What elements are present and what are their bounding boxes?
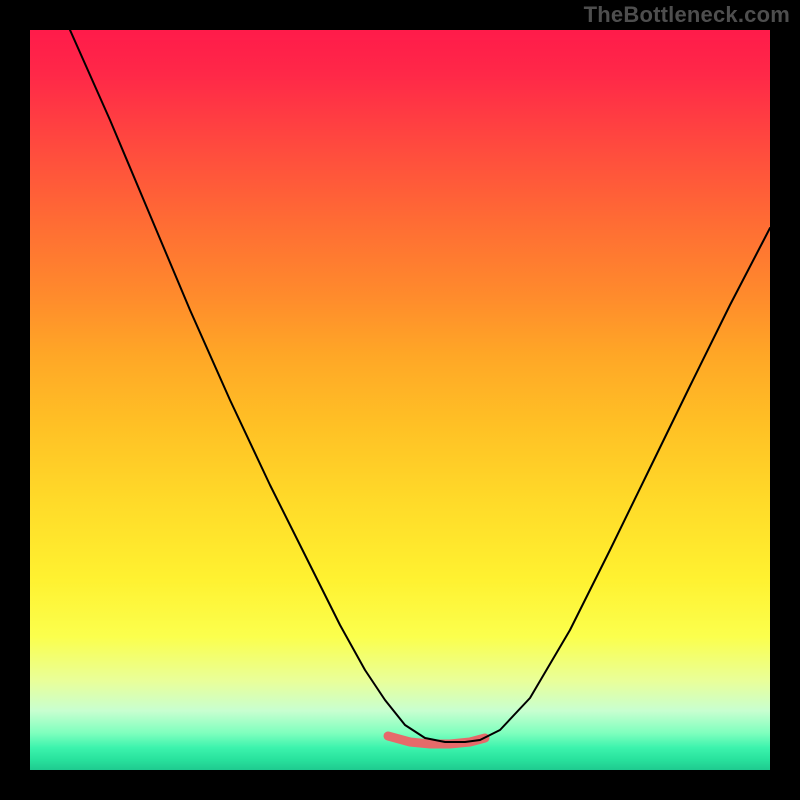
chart-area [30,30,770,770]
bottleneck-curve [30,30,770,770]
curve-line [70,30,770,742]
watermark-text: TheBottleneck.com [584,2,790,28]
